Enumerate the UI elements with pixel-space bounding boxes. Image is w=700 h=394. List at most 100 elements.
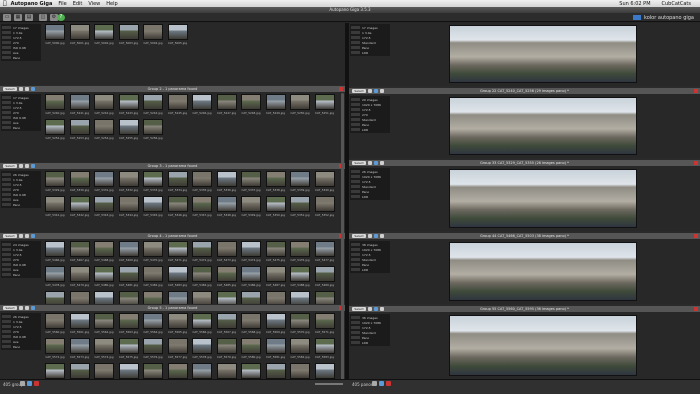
group-panel[interactable]: Select Group 5 - 1 panorama found 26 image… (0, 305, 345, 379)
image-thumbnail[interactable]: CAT_5488.jpg (290, 266, 310, 288)
image-thumbnail[interactable]: CAT_5594.jpg (290, 363, 310, 379)
image-thumbnail[interactable]: CAT_5341.jpg (45, 196, 65, 218)
group-panel[interactable]: Select Group 3 - 1 panorama found 26 image… (0, 163, 345, 232)
image-thumbnail[interactable] (216, 291, 237, 304)
image-thumbnail[interactable]: CAT_5241.jpg (69, 94, 90, 116)
image-thumbnail[interactable]: CAT_5334.jpg (167, 171, 188, 193)
image-thumbnail[interactable]: CAT_5570.jpg (290, 313, 310, 335)
menubar-user[interactable]: CubCatCats (662, 1, 691, 7)
panorama-preview[interactable] (449, 315, 637, 376)
image-thumbnail[interactable]: CAT_5251.jpg (314, 94, 335, 116)
image-thumbnail[interactable]: CAT_5483.jpg (167, 266, 188, 288)
image-thumbnail[interactable]: CAT_5571.jpg (314, 313, 335, 335)
detect-icon[interactable]: ▤ (25, 14, 33, 21)
image-thumbnail[interactable]: CAT_5329.jpg (45, 171, 65, 193)
image-thumbnail[interactable]: CAT_5252.jpg (45, 119, 65, 141)
image-thumbnail[interactable]: CAT_5470.jpg (143, 241, 163, 263)
close-icon[interactable] (339, 87, 343, 91)
image-thumbnail[interactable]: CAT_5568.jpg (241, 313, 261, 335)
apple-icon[interactable]:  (3, 0, 7, 7)
image-thumbnail[interactable]: CAT_5579.jpg (216, 338, 237, 360)
image-thumbnail[interactable]: CAT_5588.jpg (143, 363, 163, 379)
image-thumbnail[interactable]: CAT_5336.jpg (216, 171, 237, 193)
image-thumbnail[interactable]: CAT_5487.jpg (265, 266, 286, 288)
image-thumbnail[interactable]: CAT_5350.jpg (265, 196, 286, 218)
batch-icon[interactable]: ◫ (39, 14, 47, 21)
image-thumbnail[interactable]: CAT_5471.jpg (167, 241, 188, 263)
image-thumbnail[interactable]: CAT_5000.jpg (45, 24, 65, 46)
image-thumbnail[interactable]: CAT_5583.jpg (314, 338, 335, 360)
image-thumbnail[interactable]: CAT_5562.jpg (94, 313, 114, 335)
render-icon[interactable] (372, 381, 377, 386)
image-thumbnail[interactable]: CAT_5347.jpg (192, 196, 212, 218)
image-thumbnail[interactable]: CAT_5473.jpg (216, 241, 237, 263)
image-thumbnail[interactable]: CAT_5477.jpg (314, 241, 335, 263)
image-thumbnail[interactable]: CAT_5256.jpg (143, 119, 163, 141)
image-thumbnail[interactable]: CAT_5580.jpg (241, 338, 261, 360)
image-thumbnail[interactable]: CAT_5581.jpg (265, 338, 286, 360)
image-thumbnail[interactable]: CAT_5002.jpg (94, 24, 114, 46)
close-icon[interactable] (694, 161, 698, 165)
image-thumbnail[interactable]: CAT_5591.jpg (216, 363, 237, 379)
image-thumbnail[interactable]: CAT_5485.jpg (216, 266, 237, 288)
image-thumbnail[interactable]: CAT_5563.jpg (118, 313, 139, 335)
image-thumbnail[interactable] (69, 291, 90, 304)
image-thumbnail[interactable]: CAT_5342.jpg (69, 196, 90, 218)
image-thumbnail[interactable]: CAT_5332.jpg (118, 171, 139, 193)
image-thumbnail[interactable]: CAT_5469.jpg (118, 241, 139, 263)
image-thumbnail[interactable]: CAT_5480.jpg (94, 266, 114, 288)
image-thumbnail[interactable] (167, 291, 188, 304)
add-group-icon[interactable] (20, 381, 25, 386)
image-thumbnail[interactable]: CAT_5249.jpg (265, 94, 286, 116)
image-thumbnail[interactable]: CAT_5569.jpg (265, 313, 286, 335)
image-thumbnail[interactable]: CAT_5351.jpg (290, 196, 310, 218)
image-thumbnail[interactable] (94, 291, 114, 304)
image-thumbnail[interactable]: CAT_5585.jpg (69, 363, 90, 379)
image-thumbnail[interactable]: CAT_5479.jpg (69, 266, 90, 288)
close-icon[interactable] (694, 89, 698, 93)
image-thumbnail[interactable]: CAT_5240.jpg (45, 94, 65, 116)
image-thumbnail[interactable]: CAT_5467.jpg (69, 241, 90, 263)
menu-edit[interactable]: Edit (73, 1, 83, 7)
group-panel[interactable]: Select Group 2 - 1 panorama found 17 image… (0, 86, 345, 162)
image-thumbnail[interactable]: CAT_5254.jpg (94, 119, 114, 141)
folder-icon[interactable]: ▭ (3, 14, 11, 21)
image-thumbnail[interactable]: CAT_5482.jpg (143, 266, 163, 288)
image-thumbnail[interactable] (314, 291, 335, 304)
image-thumbnail[interactable]: CAT_5250.jpg (290, 94, 310, 116)
image-thumbnail[interactable]: CAT_5474.jpg (241, 241, 261, 263)
image-thumbnail[interactable]: CAT_5005.jpg (167, 24, 188, 46)
image-thumbnail[interactable]: CAT_5331.jpg (94, 171, 114, 193)
image-thumbnail[interactable]: CAT_5248.jpg (241, 94, 261, 116)
image-thumbnail[interactable]: CAT_5242.jpg (94, 94, 114, 116)
panorama-preview[interactable] (449, 25, 637, 83)
image-thumbnail[interactable]: CAT_5344.jpg (118, 196, 139, 218)
help-icon[interactable]: ? (57, 14, 65, 21)
image-thumbnail[interactable]: CAT_5475.jpg (265, 241, 286, 263)
image-thumbnail[interactable]: CAT_5337.jpg (241, 171, 261, 193)
menu-file[interactable]: File (58, 1, 66, 7)
close-icon[interactable] (694, 234, 698, 238)
image-thumbnail[interactable]: CAT_5349.jpg (241, 196, 261, 218)
image-thumbnail[interactable]: CAT_5468.jpg (94, 241, 114, 263)
image-thumbnail[interactable]: CAT_5004.jpg (143, 24, 163, 46)
image-thumbnail[interactable]: CAT_5589.jpg (167, 363, 188, 379)
image-thumbnail[interactable]: CAT_5590.jpg (192, 363, 212, 379)
image-thumbnail[interactable] (241, 291, 261, 304)
image-thumbnail[interactable]: CAT_5575.jpg (118, 338, 139, 360)
image-thumbnail[interactable]: CAT_5567.jpg (216, 313, 237, 335)
image-thumbnail[interactable] (192, 291, 212, 304)
image-thumbnail[interactable]: CAT_5466.jpg (45, 241, 65, 263)
image-thumbnail[interactable]: CAT_5346.jpg (167, 196, 188, 218)
image-thumbnail[interactable]: CAT_5330.jpg (69, 171, 90, 193)
image-thumbnail[interactable]: CAT_5489.jpg (314, 266, 335, 288)
group-panel[interactable]: 17 images 1 3.0e 172.5 270 ISO 0.98 Ave Pano CA… (0, 23, 345, 85)
image-thumbnail[interactable]: CAT_5343.jpg (94, 196, 114, 218)
image-thumbnail[interactable]: CAT_5003.jpg (118, 24, 139, 46)
image-thumbnail[interactable] (45, 291, 65, 304)
image-thumbnail[interactable] (265, 291, 286, 304)
images-icon[interactable]: ▦ (14, 14, 22, 21)
menu-view[interactable]: View (88, 1, 100, 7)
image-thumbnail[interactable]: CAT_5335.jpg (192, 171, 212, 193)
menu-app[interactable]: Autopano Giga (11, 1, 53, 7)
